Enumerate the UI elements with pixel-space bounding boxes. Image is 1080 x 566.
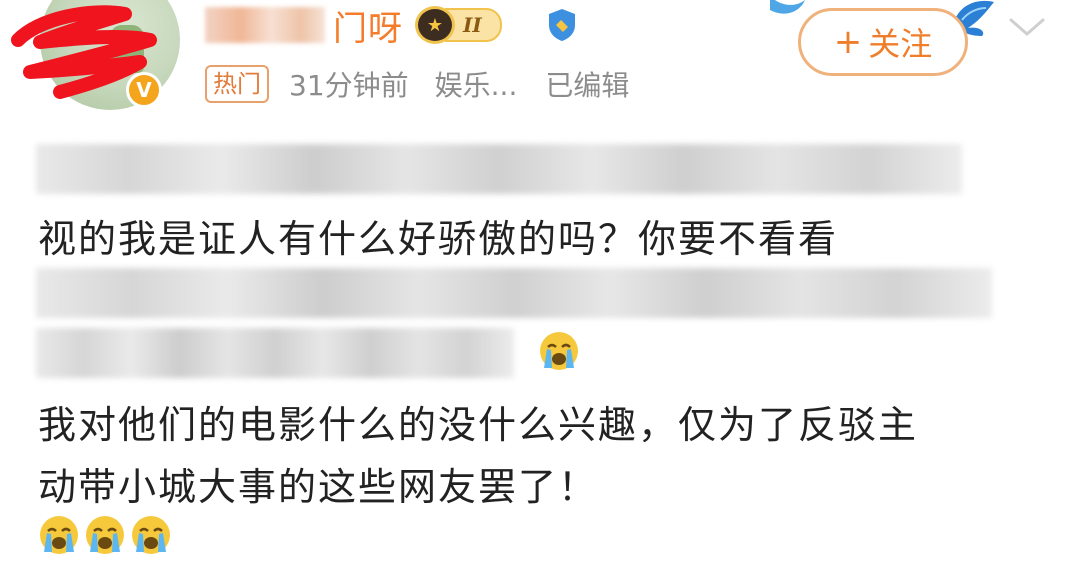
avatar-area[interactable]: V — [0, 0, 180, 110]
shield-icon[interactable] — [545, 6, 579, 44]
post-text-line: 视的我是证人有什么好骄傲的吗？你要不看看 — [38, 217, 839, 261]
post-time: 31分钟前 — [289, 69, 409, 102]
weibo-post: V 门呀 ★ II 热门 31分钟前 娱乐... 已编辑 + 关注 视的我是证人… — [0, 0, 1080, 566]
post-source[interactable]: 娱乐... — [435, 64, 518, 104]
crown-icon: ★ — [415, 6, 455, 44]
chevron-down-icon[interactable] — [1005, 12, 1049, 42]
crying-face-icon — [40, 516, 78, 554]
post-text-line: 我对他们的电影什么的没什么兴趣，仅为了反驳主 — [38, 403, 919, 447]
follow-button[interactable]: + 关注 — [798, 8, 968, 76]
crying-face-icon — [86, 516, 124, 554]
verified-v-icon: V — [126, 72, 162, 108]
crying-face-icon — [540, 332, 578, 370]
blurred-text-line — [36, 328, 514, 378]
blurred-text-line — [36, 144, 962, 194]
crying-face-icon — [132, 516, 170, 554]
post-text-line: 动带小城大事的这些网友罢了！ — [38, 465, 599, 509]
blurred-text-line — [36, 268, 992, 318]
hot-tag[interactable]: 热门 — [205, 65, 269, 103]
plus-icon: + — [833, 22, 863, 62]
username-blurred — [205, 7, 325, 43]
edited-label[interactable]: 已编辑 — [545, 64, 629, 104]
post-meta: 热门 31分钟前 娱乐... 已编辑 — [205, 62, 629, 106]
level-badge[interactable]: ★ II — [415, 6, 527, 44]
follow-button-label: 关注 — [868, 25, 933, 63]
username-row: 门呀 ★ II — [205, 0, 579, 50]
username[interactable]: 门呀 — [333, 1, 403, 50]
